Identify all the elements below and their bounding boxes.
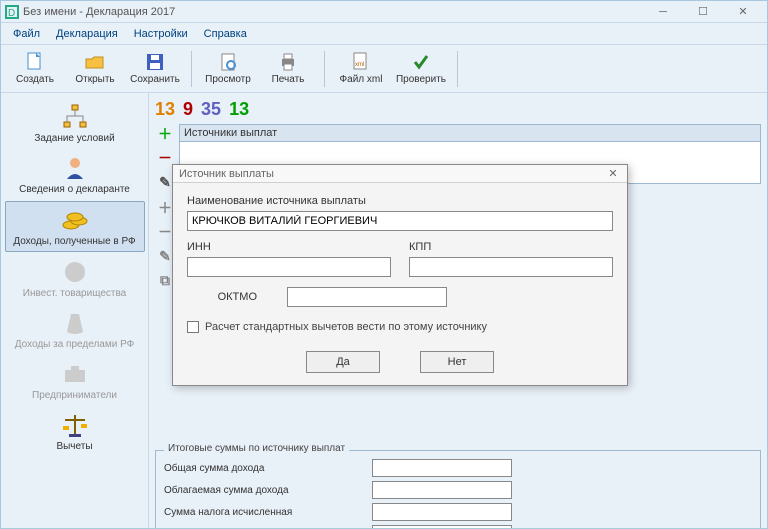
maximize-button[interactable]: ☐	[683, 1, 723, 23]
toolbar-separator	[191, 51, 192, 87]
menu-settings[interactable]: Настройки	[128, 26, 194, 42]
tax-withheld-field	[372, 525, 512, 528]
toolbar-check[interactable]: Проверить	[393, 47, 449, 91]
rate-13a[interactable]: 13	[155, 99, 175, 120]
totals-group: Итоговые суммы по источнику выплат Общая…	[155, 450, 761, 528]
folder-open-icon	[85, 52, 105, 72]
titlebar: D Без имени - Декларация 2017 ─ ☐ ✕	[1, 1, 767, 23]
minimize-button[interactable]: ─	[643, 1, 683, 23]
std-deduction-label: Расчет стандартных вычетов вести по этом…	[205, 321, 487, 333]
oktmo-input[interactable]	[287, 287, 447, 307]
source-name-label: Наименование источника выплаты	[187, 195, 613, 207]
coins-icon	[61, 206, 89, 234]
scales-icon	[61, 411, 89, 439]
kpp-label: КПП	[409, 241, 613, 253]
rate-9[interactable]: 9	[183, 99, 193, 120]
menu-declaration[interactable]: Декларация	[50, 26, 124, 42]
dialog-close-button[interactable]: ✕	[605, 166, 621, 182]
nav-entrepreneur[interactable]: Предприниматели	[5, 356, 145, 405]
preview-icon	[218, 52, 238, 72]
invest-icon	[61, 258, 89, 286]
tax-calculated-field	[372, 503, 512, 521]
app-icon: D	[5, 5, 19, 19]
nav-declarant[interactable]: Сведения о декларанте	[5, 150, 145, 199]
new-file-icon	[25, 52, 45, 72]
menu-help[interactable]: Справка	[198, 26, 253, 42]
dialog-title: Источник выплаты	[179, 168, 274, 180]
nav-deductions[interactable]: Вычеты	[5, 407, 145, 456]
toolbar-save[interactable]: Сохранить	[127, 47, 183, 91]
menubar: Файл Декларация Настройки Справка	[1, 23, 767, 45]
nav-conditions[interactable]: Задание условий	[5, 99, 145, 148]
toolbar-preview[interactable]: Просмотр	[200, 47, 256, 91]
toolbar-print[interactable]: Печать	[260, 47, 316, 91]
dialog-titlebar: Источник выплаты ✕	[173, 165, 627, 183]
toolbar-separator	[457, 51, 458, 87]
source-name-input[interactable]	[187, 211, 613, 231]
inn-label: ИНН	[187, 241, 391, 253]
check-icon	[411, 52, 431, 72]
money-bag-icon	[61, 309, 89, 337]
rate-35[interactable]: 35	[201, 99, 221, 120]
dialog-yes-button[interactable]: Да	[306, 351, 380, 373]
rate-tabs: 13 9 35 13	[155, 99, 761, 120]
nav-income-foreign[interactable]: Доходы за пределами РФ	[5, 305, 145, 354]
sources-title: Источники выплат	[179, 124, 761, 142]
toolbar-filexml[interactable]: xml Файл xml	[333, 47, 389, 91]
std-deduction-checkbox[interactable]	[187, 321, 199, 333]
window-title: Без имени - Декларация 2017	[23, 6, 643, 18]
print-icon	[278, 52, 298, 72]
inn-input[interactable]	[187, 257, 391, 277]
kpp-input[interactable]	[409, 257, 613, 277]
toolbar: Создать Открыть Сохранить Просмотр Печат…	[1, 45, 767, 93]
oktmo-label: ОКТМО	[187, 291, 257, 303]
save-icon	[145, 52, 165, 72]
add-source-button[interactable]: ＋	[155, 124, 175, 144]
dialog-no-button[interactable]: Нет	[420, 351, 494, 373]
toolbar-open[interactable]: Открыть	[67, 47, 123, 91]
person-icon	[61, 154, 89, 182]
svg-text:D: D	[8, 8, 15, 19]
briefcase-icon	[61, 360, 89, 388]
xml-file-icon: xml	[351, 52, 371, 72]
toolbar-separator	[324, 51, 325, 87]
sidebar: Задание условий Сведения о декларанте До…	[1, 93, 149, 528]
toolbar-create[interactable]: Создать	[7, 47, 63, 91]
taxable-income-field	[372, 481, 512, 499]
payment-source-dialog: Источник выплаты ✕ Наименование источник…	[172, 164, 628, 386]
menu-file[interactable]: Файл	[7, 26, 46, 42]
close-button[interactable]: ✕	[723, 1, 763, 23]
tree-icon	[61, 103, 89, 131]
nav-income-rf[interactable]: Доходы, полученные в РФ	[5, 201, 145, 252]
svg-text:xml: xml	[355, 62, 364, 68]
total-income-field	[372, 459, 512, 477]
rate-13b[interactable]: 13	[229, 99, 249, 120]
nav-invest[interactable]: Инвест. товарищества	[5, 254, 145, 303]
